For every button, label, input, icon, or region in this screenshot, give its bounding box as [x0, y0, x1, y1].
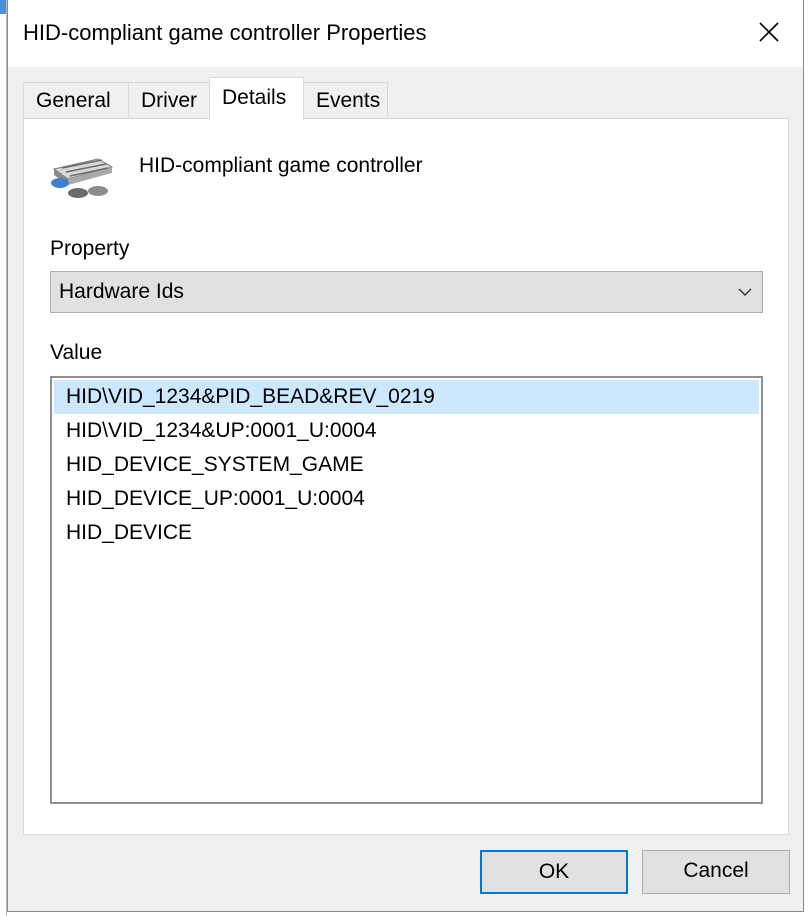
value-label: Value [50, 341, 103, 364]
tab-driver[interactable]: Driver [128, 82, 210, 119]
list-item[interactable]: HID\VID_1234&UP:0001_U:0004 [54, 414, 759, 448]
properties-dialog: HID-compliant game controller Properties… [7, 0, 804, 912]
property-label: Property [50, 237, 130, 260]
tab-details[interactable]: Details [209, 77, 304, 120]
title-bar: HID-compliant game controller Properties [8, 0, 803, 67]
list-item[interactable]: HID_DEVICE_UP:0001_U:0004 [54, 482, 759, 516]
game-controller-icon [51, 158, 114, 198]
ok-button[interactable]: OK [480, 850, 628, 894]
close-button[interactable] [735, 0, 803, 64]
tab-events[interactable]: Events [303, 82, 388, 119]
background-window-accent [0, 0, 6, 14]
property-dropdown[interactable]: Hardware Ids [50, 271, 763, 313]
list-item[interactable]: HID_DEVICE_SYSTEM_GAME [54, 448, 759, 482]
value-listbox[interactable]: HID\VID_1234&PID_BEAD&REV_0219 HID\VID_1… [50, 376, 763, 804]
tab-general[interactable]: General [23, 82, 129, 119]
window-title: HID-compliant game controller Properties [23, 20, 427, 45]
details-panel: HID-compliant game controller Property H… [23, 118, 789, 835]
cancel-button[interactable]: Cancel [642, 850, 790, 894]
property-selected-value: Hardware Ids [59, 280, 184, 303]
chevron-down-icon [738, 288, 752, 296]
device-name: HID-compliant game controller [139, 154, 423, 177]
close-icon [759, 22, 779, 42]
list-item[interactable]: HID\VID_1234&PID_BEAD&REV_0219 [54, 380, 759, 414]
list-item[interactable]: HID_DEVICE [54, 516, 759, 550]
background-window-edge [0, 0, 7, 916]
